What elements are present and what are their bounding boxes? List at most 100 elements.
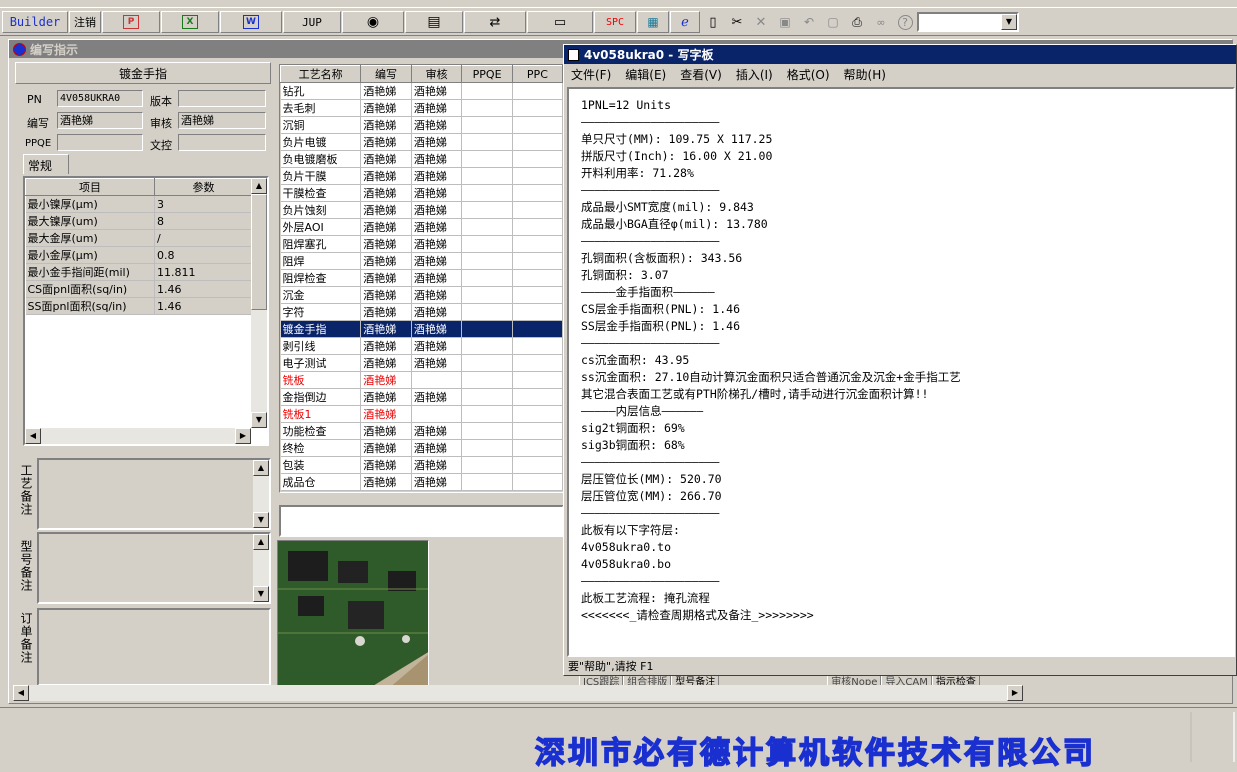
process-ppqe-cell[interactable] bbox=[461, 337, 513, 355]
process-row[interactable]: 成品仓 酒艳娣 酒艳娣 bbox=[280, 473, 563, 491]
process-review-cell[interactable]: 酒艳娣 bbox=[411, 133, 463, 151]
process-name-cell[interactable]: 铣板 bbox=[280, 371, 362, 389]
process-name-cell[interactable]: 沉铜 bbox=[280, 116, 362, 134]
param-item-cell[interactable]: 最小镍厚(μm) bbox=[25, 195, 155, 213]
process-row[interactable]: 干膜检查 酒艳娣 酒艳娣 bbox=[280, 184, 563, 202]
process-ppqe-cell[interactable] bbox=[461, 354, 513, 372]
param-item-cell[interactable]: CS面pnl面积(sq/in) bbox=[25, 280, 155, 298]
process-writer-cell[interactable]: 酒艳娣 bbox=[360, 133, 412, 151]
scroll-thumb[interactable] bbox=[251, 194, 267, 310]
process-ppc-cell[interactable] bbox=[512, 286, 563, 304]
process-review-cell[interactable]: 酒艳娣 bbox=[411, 320, 463, 338]
print-button[interactable]: ⎙ bbox=[846, 11, 868, 33]
process-review-cell[interactable]: 酒艳娣 bbox=[411, 167, 463, 185]
builder-button[interactable]: Builder bbox=[2, 11, 68, 33]
process-row[interactable]: 终检 酒艳娣 酒艳娣 bbox=[280, 439, 563, 457]
process-writer-cell[interactable]: 酒艳娣 bbox=[360, 218, 412, 236]
process-name-cell[interactable]: 金指倒边 bbox=[280, 388, 362, 406]
process-name-cell[interactable]: 包装 bbox=[280, 456, 362, 474]
process-ppc-cell[interactable] bbox=[512, 167, 563, 185]
process-name-cell[interactable]: 沉金 bbox=[280, 286, 362, 304]
process-writer-cell[interactable]: 酒艳娣 bbox=[360, 388, 412, 406]
process-name-cell[interactable]: 负片干膜 bbox=[280, 167, 362, 185]
scroll-left-icon[interactable]: ◀ bbox=[25, 428, 41, 444]
wordpad-document[interactable]: 1PNL=12 Units ———————————————————— 单只尺寸(MM… bbox=[567, 87, 1235, 657]
ppqe-field[interactable] bbox=[57, 134, 143, 151]
version-field[interactable] bbox=[178, 90, 266, 107]
process-header-writer[interactable]: 编写 bbox=[360, 65, 412, 83]
process-name-cell[interactable]: 阻焊检查 bbox=[280, 269, 362, 287]
param-row[interactable]: 最大镍厚(um) 8 bbox=[25, 212, 253, 230]
process-writer-cell[interactable]: 酒艳娣 bbox=[360, 422, 412, 440]
menu-edit[interactable]: 编辑(E) bbox=[618, 66, 673, 83]
process-review-cell[interactable]: 酒艳娣 bbox=[411, 337, 463, 355]
process-writer-cell[interactable]: 酒艳娣 bbox=[360, 337, 412, 355]
process-ppqe-cell[interactable] bbox=[461, 269, 513, 287]
process-ppqe-cell[interactable] bbox=[461, 320, 513, 338]
process-writer-cell[interactable]: 酒艳娣 bbox=[360, 320, 412, 338]
process-name-cell[interactable]: 终检 bbox=[280, 439, 362, 457]
jup-button[interactable]: JUP bbox=[283, 11, 341, 33]
param-item-cell[interactable]: 最大镍厚(um) bbox=[25, 212, 155, 230]
toolbar-combo[interactable]: ▼ bbox=[917, 12, 1019, 32]
param-value-cell[interactable]: 8 bbox=[154, 212, 253, 230]
process-review-cell[interactable]: 酒艳娣 bbox=[411, 439, 463, 457]
process-ppc-cell[interactable] bbox=[512, 82, 563, 100]
process-ppqe-cell[interactable] bbox=[461, 201, 513, 219]
process-ppqe-cell[interactable] bbox=[461, 422, 513, 440]
process-review-cell[interactable]: 酒艳娣 bbox=[411, 201, 463, 219]
process-row[interactable]: 金指倒边 酒艳娣 酒艳娣 bbox=[280, 388, 563, 406]
process-ppqe-cell[interactable] bbox=[461, 303, 513, 321]
param-value-cell[interactable]: 11.811 bbox=[154, 263, 253, 281]
process-remark-field[interactable]: ▲ ▼ bbox=[37, 458, 271, 530]
view-button[interactable]: ◉ bbox=[342, 11, 404, 33]
process-row[interactable]: 电子测试 酒艳娣 酒艳娣 bbox=[280, 354, 563, 372]
word-button[interactable]: W bbox=[220, 11, 282, 33]
process-ppc-cell[interactable] bbox=[512, 116, 563, 134]
process-row[interactable]: 阻焊 酒艳娣 酒艳娣 bbox=[280, 252, 563, 270]
process-ppc-cell[interactable] bbox=[512, 150, 563, 168]
process-ppqe-cell[interactable] bbox=[461, 184, 513, 202]
process-review-cell[interactable]: 酒艳娣 bbox=[411, 388, 463, 406]
process-ppqe-cell[interactable] bbox=[461, 133, 513, 151]
scroll-up-icon[interactable]: ▲ bbox=[253, 534, 269, 550]
process-row[interactable]: 外层AOI 酒艳娣 酒艳娣 bbox=[280, 218, 563, 236]
process-writer-cell[interactable]: 酒艳娣 bbox=[360, 82, 412, 100]
scroll-right-icon[interactable]: ▶ bbox=[1007, 685, 1023, 701]
process-ppc-cell[interactable] bbox=[512, 269, 563, 287]
menu-format[interactable]: 格式(O) bbox=[780, 66, 837, 83]
process-writer-cell[interactable]: 酒艳娣 bbox=[360, 405, 412, 423]
scroll-left-icon[interactable]: ◀ bbox=[13, 685, 29, 701]
process-ppqe-cell[interactable] bbox=[461, 405, 513, 423]
process-row[interactable]: 沉铜 酒艳娣 酒艳娣 bbox=[280, 116, 563, 134]
param-row[interactable]: 最小金厚(μm) 0.8 bbox=[25, 246, 253, 264]
process-review-cell[interactable]: 酒艳娣 bbox=[411, 269, 463, 287]
process-row[interactable]: 沉金 酒艳娣 酒艳娣 bbox=[280, 286, 563, 304]
process-writer-cell[interactable]: 酒艳娣 bbox=[360, 184, 412, 202]
process-ppqe-cell[interactable] bbox=[461, 439, 513, 457]
find-button[interactable]: ∞ bbox=[870, 11, 892, 33]
process-ppc-cell[interactable] bbox=[512, 439, 563, 457]
process-review-cell[interactable]: 酒艳娣 bbox=[411, 456, 463, 474]
process-ppqe-cell[interactable] bbox=[461, 286, 513, 304]
process-ppc-cell[interactable] bbox=[512, 235, 563, 253]
model-remark-field[interactable]: ▲ ▼ bbox=[37, 532, 271, 604]
process-writer-cell[interactable]: 酒艳娣 bbox=[360, 269, 412, 287]
process-writer-cell[interactable]: 酒艳娣 bbox=[360, 116, 412, 134]
process-ppc-cell[interactable] bbox=[512, 337, 563, 355]
process-name-cell[interactable]: 字符 bbox=[280, 303, 362, 321]
process-row[interactable]: 负片蚀刻 酒艳娣 酒艳娣 bbox=[280, 201, 563, 219]
delete-button[interactable]: ✕ bbox=[750, 11, 772, 33]
process-review-cell[interactable] bbox=[411, 371, 463, 389]
undo-button[interactable]: ↶ bbox=[798, 11, 820, 33]
process-ppc-cell[interactable] bbox=[512, 388, 563, 406]
process-ppqe-cell[interactable] bbox=[461, 252, 513, 270]
process-ppc-cell[interactable] bbox=[512, 371, 563, 389]
process-ppqe-cell[interactable] bbox=[461, 150, 513, 168]
wordpad-titlebar[interactable]: 4v058ukra0 - 写字板 bbox=[564, 45, 1236, 64]
tab-general[interactable]: 常规 bbox=[23, 154, 69, 174]
pn-field[interactable]: 4V058UKRA0 bbox=[57, 90, 143, 107]
process-ppqe-cell[interactable] bbox=[461, 99, 513, 117]
new-button[interactable]: ▯ bbox=[702, 11, 724, 33]
process-row[interactable]: 镀金手指 酒艳娣 酒艳娣 bbox=[280, 320, 563, 338]
